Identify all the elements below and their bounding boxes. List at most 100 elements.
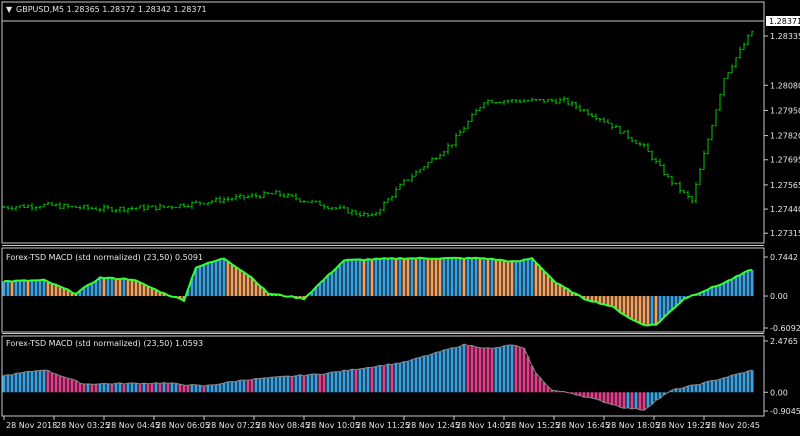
histogram-bar <box>238 380 242 393</box>
histogram-bar <box>514 345 518 393</box>
histogram-bar <box>238 269 242 297</box>
histogram-bar <box>254 378 258 393</box>
histogram-bar <box>26 280 30 297</box>
histogram-bar <box>218 259 222 297</box>
histogram-bar <box>50 372 54 393</box>
indicator2-axis[interactable]: 2.4765 0.00 -0.9045 <box>764 337 800 416</box>
main-chart-frame[interactable] <box>1 1 765 244</box>
histogram-bar <box>114 279 118 297</box>
histogram-bar <box>518 261 522 297</box>
histogram-bar <box>346 370 350 393</box>
histogram-bar <box>362 260 366 297</box>
histogram-bar <box>530 258 534 297</box>
histogram-bar <box>418 357 422 393</box>
histogram-bar <box>626 296 630 318</box>
histogram-bar <box>618 392 622 408</box>
ohlc-bars <box>2 30 754 218</box>
histogram-bar <box>730 375 734 393</box>
histogram-bar <box>590 392 594 399</box>
histogram-bar <box>374 366 378 393</box>
histogram-bar <box>110 384 114 393</box>
histogram-bar <box>366 367 370 393</box>
histogram-bar <box>322 374 326 393</box>
time-tick-label: 28 Nov 14:05 <box>456 421 510 430</box>
histogram-bar <box>218 383 222 393</box>
histogram-bar <box>62 376 66 393</box>
histogram-bar <box>374 258 378 297</box>
histogram-bar <box>102 278 106 297</box>
histogram-bar <box>214 384 218 393</box>
price-axis[interactable]: 1.28335 1.28080 1.27950 1.27820 1.27695 1.275… <box>764 32 800 238</box>
histogram-bar <box>726 376 730 393</box>
histogram-bar <box>342 260 346 297</box>
time-axis[interactable]: 28 Nov 201828 Nov 03:2528 Nov 04:4528 No… <box>3 416 760 430</box>
histogram-bar <box>474 346 478 393</box>
histogram-bar <box>6 374 10 393</box>
histogram-bar <box>34 370 38 393</box>
histogram-bar <box>118 382 122 393</box>
histogram-bar <box>54 284 58 297</box>
histogram-bar <box>90 283 94 297</box>
indicator1-axis[interactable]: 0.7442 0.00 -0.6092 <box>764 253 800 333</box>
histogram-bar <box>26 371 30 393</box>
chart-canvas[interactable]: ▼ GBPUSD,M5 1.28365 1.28372 1.28342 1.28… <box>0 0 800 432</box>
chart-window: ▼ GBPUSD,M5 1.28365 1.28372 1.28342 1.28… <box>0 0 800 432</box>
histogram-bar <box>398 363 402 393</box>
histogram-bar <box>78 383 82 393</box>
price-tick-label: 1.28080 <box>770 81 800 90</box>
histogram-bar <box>182 385 186 393</box>
histogram-bar <box>750 269 754 297</box>
histogram-bar <box>74 380 78 393</box>
histogram-bar <box>158 383 162 393</box>
histogram-bar <box>538 377 542 393</box>
histogram-bar <box>242 380 246 393</box>
histogram-bar <box>650 392 654 405</box>
histogram-bar <box>422 355 426 393</box>
price-tick-label: 1.27695 <box>770 156 800 165</box>
histogram-bar <box>86 383 90 393</box>
current-price-label: 1.28371 <box>769 17 800 26</box>
histogram-bar <box>630 296 634 320</box>
histogram-bar <box>350 259 354 297</box>
histogram-bar <box>430 353 434 393</box>
histogram-bar <box>634 296 638 322</box>
histogram-bar <box>14 280 18 297</box>
time-tick-label: 28 Nov 15:25 <box>506 421 560 430</box>
indicator2-title: Forex-TSD MACD (std normalized) (23,50) … <box>6 339 203 348</box>
histogram-bar <box>438 258 442 297</box>
histogram-bar <box>322 279 326 297</box>
histogram-bar <box>130 279 134 297</box>
histogram-bar <box>206 385 210 393</box>
histogram-bar <box>658 296 662 322</box>
histogram-bar <box>746 370 750 393</box>
histogram-bar <box>326 275 330 297</box>
histogram-bar <box>482 258 486 297</box>
histogram-bar <box>222 258 226 297</box>
histogram-bar <box>646 296 650 326</box>
histogram-bar <box>226 261 230 297</box>
histogram-bar <box>494 259 498 297</box>
symbol-dropdown-arrow-icon[interactable]: ▼ <box>6 5 13 14</box>
histogram-bar <box>678 388 682 393</box>
histogram-bar <box>326 372 330 393</box>
histogram-bar <box>458 257 462 297</box>
histogram-bar <box>514 261 518 297</box>
histogram-bar <box>530 365 534 393</box>
histogram-bar <box>46 370 50 393</box>
histogram-bar <box>46 281 50 297</box>
histogram-bar <box>382 365 386 393</box>
time-tick-label: 28 Nov 2018 <box>6 421 57 430</box>
histogram-bar <box>534 373 538 393</box>
histogram-bar <box>310 373 314 393</box>
histogram-bar <box>450 257 454 297</box>
histogram-bar <box>490 348 494 393</box>
histogram-bar <box>462 258 466 297</box>
indicator-tick-label: 0.00 <box>770 388 788 397</box>
histogram-bar <box>234 267 238 297</box>
histogram-bar <box>70 379 74 393</box>
indicator-tick-label: -0.6092 <box>770 324 800 333</box>
time-tick-label: 28 Nov 18:05 <box>606 421 660 430</box>
histogram-bar <box>410 258 414 297</box>
histogram-bar <box>694 384 698 393</box>
histogram-bar <box>598 392 602 401</box>
